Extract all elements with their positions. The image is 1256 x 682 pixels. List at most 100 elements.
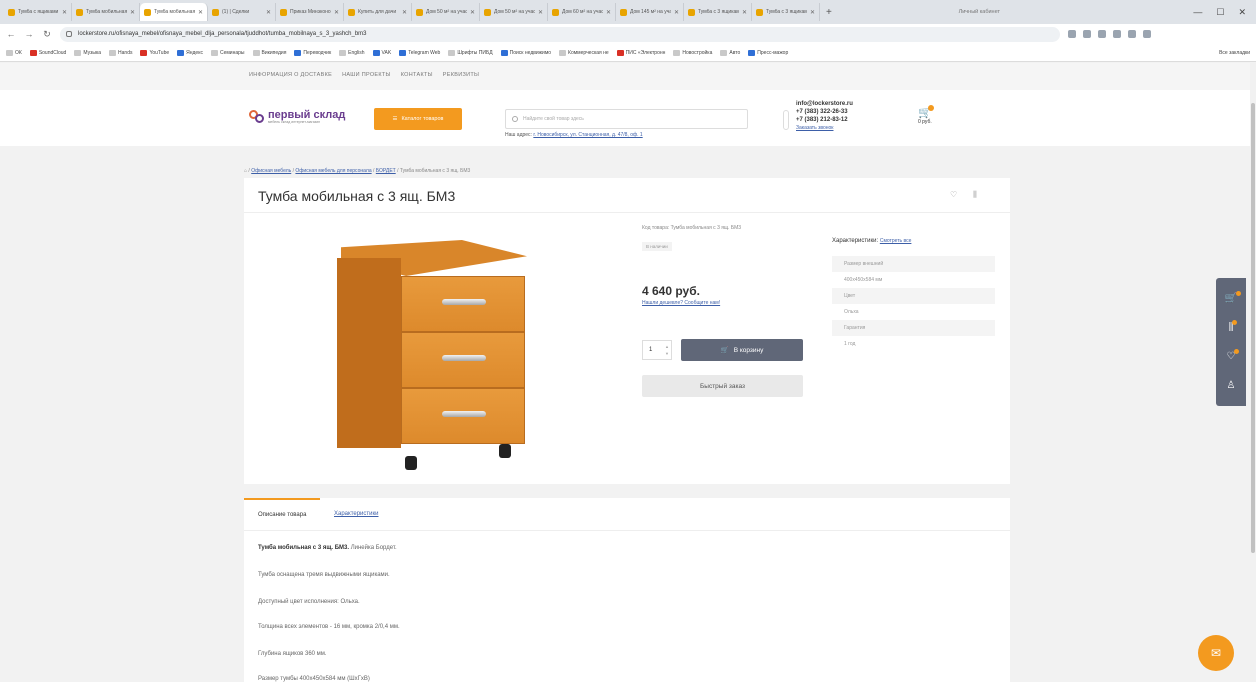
breadcrumb-item[interactable]: Офисная мебель для персонала: [295, 168, 371, 174]
quick-order-button[interactable]: Быстрый заказ: [642, 375, 803, 397]
site-top-bar: ИНФОРМАЦИЯ О ДОСТАВКЕ НАШИ ПРОЕКТЫ КОНТАКТ…: [0, 63, 1250, 90]
site-nav-item[interactable]: ИНФОРМАЦИЯ О ДОСТАВКЕ: [249, 72, 332, 78]
star-icon[interactable]: [1083, 30, 1091, 38]
bookmark-item[interactable]: Переводчик: [294, 49, 331, 56]
translate-icon[interactable]: [1068, 30, 1076, 38]
search-input[interactable]: Найдите свой товар здесь: [505, 109, 748, 129]
close-icon[interactable]: ✕: [402, 9, 407, 16]
browser-tab[interactable]: Тумба мобильная А-21✕: [72, 3, 140, 21]
cart-icon[interactable]: 🛒: [1225, 291, 1242, 304]
bookmark-item[interactable]: Музыка: [74, 49, 101, 56]
compare-icon[interactable]: ⫼: [1229, 320, 1238, 333]
bookmark-item[interactable]: SoundCloud: [29, 49, 66, 56]
favorite-icon[interactable]: ♡: [1227, 349, 1240, 362]
site-nav-item[interactable]: НАШИ ПРОЕКТЫ: [342, 72, 391, 78]
close-icon[interactable]: ✕: [606, 9, 611, 16]
home-icon[interactable]: ⌂: [244, 168, 247, 174]
bookmark-item[interactable]: VAK: [372, 49, 391, 56]
close-icon[interactable]: ✕: [470, 9, 475, 16]
chat-button[interactable]: ✉: [1198, 635, 1234, 671]
browser-tab[interactable]: Тумба с 3 ящиками ✕: [752, 3, 820, 21]
bookmark-item[interactable]: YouTube: [140, 49, 169, 56]
browser-tab[interactable]: Купить для дачи ✕: [344, 3, 412, 21]
user-icon[interactable]: ♙: [1227, 380, 1236, 391]
address-link[interactable]: г. Новосибирск, ул. Станционная, д. 47/8…: [533, 132, 642, 138]
browser-tab[interactable]: Дом 50 м² на участк✕: [412, 3, 480, 21]
browser-tab[interactable]: Тумба с 3 ящиками ✕: [684, 3, 752, 21]
callback-link[interactable]: Заказать звонок: [796, 124, 853, 132]
close-icon[interactable]: ✕: [810, 9, 815, 16]
account-link[interactable]: Личный кабинет: [959, 9, 1000, 15]
bookmark-item[interactable]: Шрифты ПИБД: [448, 49, 493, 56]
extension-icon[interactable]: [1128, 30, 1136, 38]
maximize-icon[interactable]: ☐: [1216, 7, 1224, 18]
close-icon[interactable]: ✕: [198, 9, 203, 16]
browser-tab-bar: Тумба с ящиками✕Тумба мобильная А-21✕Тум…: [0, 0, 1256, 24]
bookmark-item[interactable]: Коммерческая не: [559, 49, 609, 56]
catalog-button[interactable]: ☰ Каталог товаров: [374, 108, 462, 130]
close-icon[interactable]: ✕: [742, 9, 747, 16]
found-cheaper-link[interactable]: Нашли дешевле? Сообщите нам!: [642, 300, 720, 306]
profile-icon[interactable]: [1143, 30, 1151, 38]
site-nav-item[interactable]: РЕКВИЗИТЫ: [443, 72, 479, 78]
site-logo[interactable]: первый склад мебель склад интернет-магаз…: [249, 110, 345, 124]
breadcrumb-item[interactable]: Офисная мебель: [251, 168, 291, 174]
bookmark-item[interactable]: Пресс-мажор: [748, 49, 788, 56]
characteristics-all-link[interactable]: Смотреть все: [880, 238, 912, 244]
product-image[interactable]: [337, 240, 527, 470]
email-link[interactable]: info@lockerstore.ru: [796, 100, 853, 108]
extension-icon[interactable]: [1098, 30, 1106, 38]
extension-icon[interactable]: [1113, 30, 1121, 38]
bookmark-item[interactable]: Википедия: [252, 49, 286, 56]
url-field[interactable]: lockerstore.ru/ofisnaya_mebel/ofisnaya_m…: [60, 26, 1060, 42]
browser-tab[interactable]: Тумба с ящиками ✕: [4, 3, 72, 21]
site-nav-item[interactable]: КОНТАКТЫ: [401, 72, 433, 78]
bookmark-item[interactable]: Семинары: [210, 49, 245, 56]
close-icon[interactable]: ✕: [62, 9, 67, 16]
minimize-icon[interactable]: —: [1193, 7, 1202, 18]
bookmark-item[interactable]: English: [339, 49, 365, 56]
bookmark-label: ОК: [15, 49, 22, 56]
close-icon[interactable]: ✕: [130, 9, 135, 16]
bookmark-item[interactable]: ПИС «Электронн: [616, 49, 665, 56]
bookmark-item[interactable]: Hands: [109, 49, 132, 56]
bookmark-item[interactable]: Яндекс: [177, 49, 203, 56]
bookmark-item[interactable]: Авто: [720, 49, 740, 56]
compare-icon[interactable]: ⫼: [973, 190, 977, 200]
phone-1[interactable]: +7 (383) 322-26-33: [796, 108, 853, 116]
close-icon[interactable]: ✕: [538, 9, 543, 16]
favorite-icon[interactable]: ♡: [950, 190, 957, 200]
header-cart[interactable]: 🛒 0 руб.: [918, 105, 934, 125]
site-info-icon[interactable]: [66, 31, 72, 37]
browser-tab[interactable]: Дом 50 м² на участк✕: [480, 3, 548, 21]
favicon-icon: [8, 8, 15, 16]
all-bookmarks[interactable]: Все закладки: [1219, 50, 1250, 56]
browser-tab[interactable]: Дом 60 м² на участ ✕: [548, 3, 616, 21]
scrollbar[interactable]: [1250, 63, 1256, 682]
quantity-stepper[interactable]: 1 ▲ ▼: [642, 340, 672, 360]
stepper-arrows-icon[interactable]: ▲ ▼: [665, 343, 669, 357]
close-icon[interactable]: ✕: [266, 9, 271, 16]
breadcrumb-item[interactable]: БОРДЕТ: [376, 168, 396, 174]
forward-icon[interactable]: →: [24, 29, 34, 39]
reload-icon[interactable]: ↻: [42, 29, 52, 40]
phone-2[interactable]: +7 (383) 212-83-12: [796, 116, 853, 124]
browser-tab[interactable]: Приказ Минэкономр✕: [276, 3, 344, 21]
browser-tab[interactable]: Тумба мобильная с 3✕: [140, 3, 208, 21]
scrollbar-thumb[interactable]: [1251, 103, 1255, 553]
close-window-icon[interactable]: ✕: [1238, 7, 1246, 18]
close-icon[interactable]: ✕: [674, 9, 679, 16]
close-icon[interactable]: ✕: [334, 9, 339, 16]
new-tab-button[interactable]: +: [820, 7, 838, 18]
tab-description[interactable]: Описание товара: [244, 498, 321, 530]
search-icon: [512, 116, 518, 122]
bookmark-item[interactable]: Новостройка: [673, 49, 712, 56]
tab-characteristics[interactable]: Характеристики: [320, 498, 393, 530]
browser-tab[interactable]: Дом 145 м² на участ✕: [616, 3, 684, 21]
add-to-cart-button[interactable]: 🛒 В корзину: [681, 339, 803, 361]
bookmark-item[interactable]: Поиск недвижимо: [500, 49, 551, 56]
back-icon[interactable]: ←: [6, 29, 16, 39]
bookmark-item[interactable]: Telegram Web: [399, 49, 440, 56]
bookmark-item[interactable]: ОК: [6, 49, 22, 56]
browser-tab[interactable]: (1) | Сделки ✕: [208, 3, 276, 21]
